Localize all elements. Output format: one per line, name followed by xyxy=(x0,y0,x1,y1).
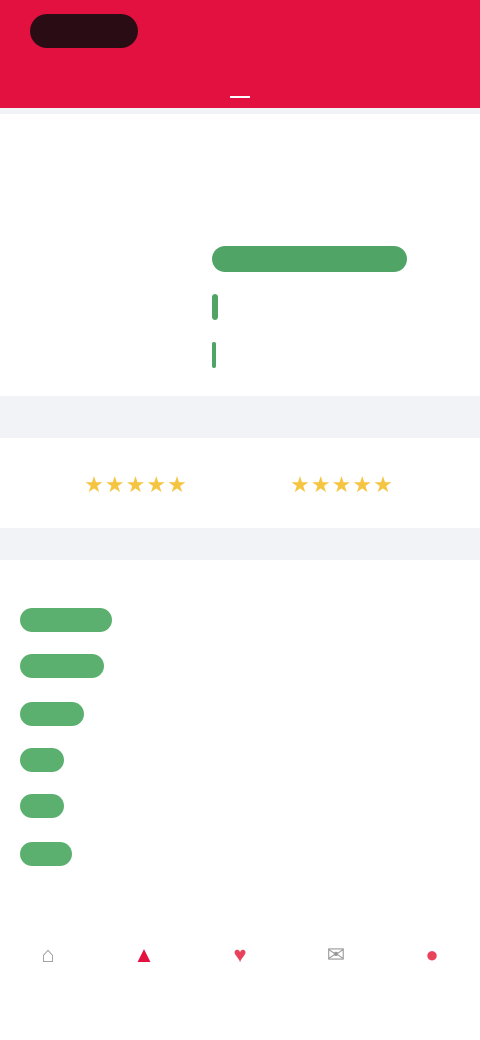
list-item[interactable] xyxy=(20,606,460,634)
tab-discover[interactable]: ▲ xyxy=(104,938,184,978)
star-icon: ★ xyxy=(373,472,394,497)
list-item-bar xyxy=(20,654,104,678)
summary-row-track xyxy=(212,294,422,320)
rating-block: ★★★★★ xyxy=(56,466,216,498)
list-item[interactable] xyxy=(20,840,460,868)
app-header xyxy=(0,0,480,108)
list-item-bar xyxy=(20,794,64,818)
star-icon: ★ xyxy=(310,472,332,497)
star-icon: ★ xyxy=(290,472,311,497)
summary-row-bar xyxy=(212,294,218,320)
tab-home[interactable]: ⌂ xyxy=(8,938,88,978)
nav-tab-1[interactable] xyxy=(78,84,98,98)
header-nav xyxy=(0,84,480,98)
star-icon: ★ xyxy=(125,472,147,497)
star-icon: ★ xyxy=(352,472,374,497)
list-item[interactable] xyxy=(20,792,460,820)
star-icon: ★ xyxy=(331,472,353,497)
list-item-bar xyxy=(20,702,84,726)
summary-row xyxy=(20,292,460,322)
star-icon: ★ xyxy=(104,472,126,497)
summary-row xyxy=(20,340,460,370)
triangle-icon: ▲ xyxy=(133,942,155,967)
star-rating: ★★★★★ xyxy=(262,472,422,498)
list-item[interactable] xyxy=(20,700,460,728)
star-icon: ★ xyxy=(167,472,188,497)
summary-row-bar xyxy=(212,342,216,368)
ratings-card: ★★★★★ ★★★★★ xyxy=(0,438,480,528)
app-logo[interactable] xyxy=(30,14,138,48)
list-item-bar xyxy=(20,608,112,632)
rating-block: ★★★★★ xyxy=(262,466,422,498)
home-icon: ⌂ xyxy=(41,942,55,967)
nav-tab-2[interactable] xyxy=(230,84,250,98)
list-item-bar xyxy=(20,842,72,866)
tab-messages[interactable]: ✉ xyxy=(296,938,376,978)
summary-row-track xyxy=(212,342,422,368)
star-icon: ★ xyxy=(146,472,168,497)
tab-profile[interactable]: ● xyxy=(392,938,472,978)
profile-icon: ● xyxy=(425,942,439,967)
summary-row xyxy=(20,244,460,274)
star-icon: ★ xyxy=(84,472,105,497)
list-item[interactable] xyxy=(20,746,460,774)
heart-icon: ♥ xyxy=(233,942,247,967)
summary-card xyxy=(0,114,480,396)
bottom-tab-bar: ⌂ ▲ ♥ ✉ ● xyxy=(0,920,480,1040)
breakdown-card xyxy=(0,560,480,920)
list-item-bar xyxy=(20,748,64,772)
star-rating: ★★★★★ xyxy=(56,472,216,498)
list-item[interactable] xyxy=(20,652,460,680)
chat-icon: ✉ xyxy=(326,942,346,967)
tab-favorites[interactable]: ♥ xyxy=(200,938,280,978)
summary-row-track xyxy=(212,246,422,272)
nav-tab-3[interactable] xyxy=(382,84,402,98)
summary-row-bar xyxy=(212,246,407,272)
